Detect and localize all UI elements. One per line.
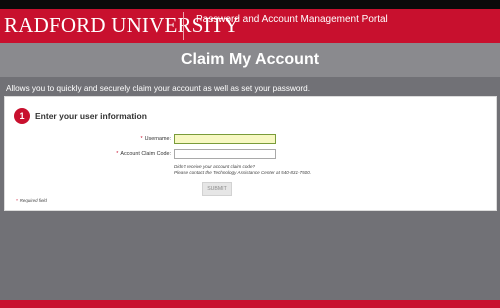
required-note-text: Required field <box>19 198 47 203</box>
claim-code-label: * Account Claim Code: <box>116 151 171 157</box>
required-field-note: * Required field <box>16 198 47 203</box>
claim-code-help-text: Didn't receive your account claim code? … <box>174 164 311 176</box>
step-number-badge: 1 <box>14 108 30 124</box>
page-title-bar: Claim My Account <box>0 43 500 77</box>
username-input[interactable] <box>174 134 276 144</box>
username-label-text: Username: <box>144 136 171 142</box>
header-divider <box>183 12 184 40</box>
username-label-row: * Username: <box>95 134 171 146</box>
claim-code-label-row: * Account Claim Code: <box>65 149 171 161</box>
submit-button[interactable]: SUBMIT <box>202 182 232 196</box>
section-heading: Enter your user information <box>35 111 147 121</box>
footer-red-strip <box>0 300 500 308</box>
claim-code-label-text: Account Claim Code: <box>120 151 171 157</box>
site-header: RADFORD UNIVERSITY Password and Account … <box>0 9 500 43</box>
required-asterisk: * <box>116 151 119 157</box>
username-label: * Username: <box>141 136 171 142</box>
help-text-line-2: Please contact the Technology Assistance… <box>174 170 312 175</box>
claim-code-input[interactable] <box>174 149 276 159</box>
required-asterisk: * <box>16 198 18 203</box>
claim-account-form-panel: 1 Enter your user information * Username:… <box>4 96 497 211</box>
portal-title: Password and Account Management Portal <box>196 14 388 25</box>
top-black-strip <box>0 0 500 9</box>
page-description: Allows you to quickly and securely claim… <box>6 84 310 93</box>
page-title: Claim My Account <box>180 51 320 68</box>
required-asterisk: * <box>140 136 143 142</box>
